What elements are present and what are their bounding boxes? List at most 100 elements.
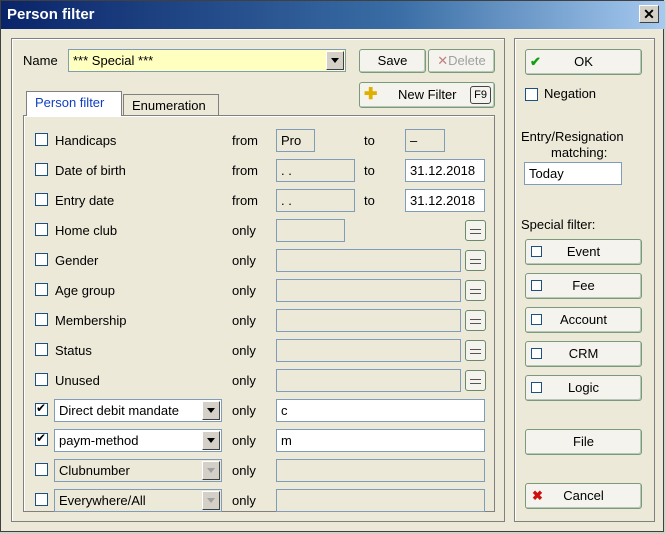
row-mode: from xyxy=(232,133,258,148)
tab-person-filter[interactable]: Person filter xyxy=(26,91,122,116)
row-checkbox[interactable] xyxy=(35,343,48,356)
row-field-select[interactable]: Direct debit mandate xyxy=(54,399,222,422)
only-input[interactable] xyxy=(276,219,345,242)
cancel-x-icon: ✖ xyxy=(532,488,543,503)
row-checkbox[interactable] xyxy=(35,493,48,506)
row-label: Home club xyxy=(55,223,118,238)
special-filter-button[interactable]: Event xyxy=(525,239,642,265)
row-checkbox[interactable] xyxy=(35,223,48,236)
row-checkbox[interactable] xyxy=(35,431,48,446)
only-input[interactable] xyxy=(276,279,461,302)
negation-label: Negation xyxy=(544,86,597,101)
to-input[interactable]: – xyxy=(405,129,445,152)
special-filter-checkbox xyxy=(531,314,542,325)
only-input[interactable] xyxy=(276,369,461,392)
row-label: Status xyxy=(55,343,92,358)
file-button[interactable]: File xyxy=(525,429,642,455)
row-label: Date of birth xyxy=(55,163,126,178)
list-picker-icon[interactable] xyxy=(465,220,486,241)
only-input[interactable]: m xyxy=(276,429,485,452)
only-input[interactable] xyxy=(276,459,485,482)
row-mode: only xyxy=(232,403,256,418)
only-input[interactable] xyxy=(276,489,485,512)
row-mode: only xyxy=(232,223,256,238)
chevron-down-icon xyxy=(326,51,344,70)
save-button[interactable]: Save xyxy=(359,49,426,73)
row-checkbox[interactable] xyxy=(35,313,48,326)
window-title: Person filter xyxy=(7,6,95,23)
to-label: to xyxy=(364,193,375,208)
row-checkbox[interactable] xyxy=(35,133,48,146)
only-input[interactable] xyxy=(276,309,461,332)
row-checkbox[interactable] xyxy=(35,401,48,416)
matching-label-2: matching: xyxy=(551,145,608,160)
row-checkbox[interactable] xyxy=(35,193,48,206)
row-label: Handicaps xyxy=(55,133,117,148)
delete-icon: ✕ xyxy=(437,53,449,68)
special-filter-button[interactable]: Fee xyxy=(525,273,642,299)
row-label: Entry date xyxy=(55,193,115,208)
delete-button[interactable]: ✕Delete xyxy=(428,49,495,73)
row-label: Unused xyxy=(55,373,100,388)
special-filter-button[interactable]: Logic xyxy=(525,375,642,401)
title-bar: Person filter ✕ xyxy=(1,1,665,29)
row-checkbox[interactable] xyxy=(35,373,48,386)
list-picker-icon[interactable] xyxy=(465,340,486,361)
name-label: Name xyxy=(23,53,58,68)
only-input[interactable]: c xyxy=(276,399,485,422)
list-picker-icon[interactable] xyxy=(465,250,486,271)
special-filter-checkbox xyxy=(531,280,542,291)
to-label: to xyxy=(364,133,375,148)
row-label: Gender xyxy=(55,253,99,268)
checkmark-icon: ✔ xyxy=(530,54,541,69)
row-mode: from xyxy=(232,163,258,178)
special-filter-button[interactable]: Account xyxy=(525,307,642,333)
to-input[interactable]: 31.12.2018 xyxy=(405,189,485,212)
special-filter-checkbox xyxy=(531,246,542,257)
plus-icon: ✚ xyxy=(364,86,378,103)
row-mode: only xyxy=(232,373,256,388)
person-filter-dialog: Person filter ✕ Name *** Special *** Sav… xyxy=(0,0,665,532)
special-filter-checkbox xyxy=(531,382,542,393)
row-mode: from xyxy=(232,193,258,208)
close-button[interactable]: ✕ xyxy=(639,5,659,23)
chevron-down-icon xyxy=(202,461,220,480)
new-filter-button[interactable]: ✚ New Filter F9 xyxy=(359,82,495,108)
list-picker-icon[interactable] xyxy=(465,280,486,301)
special-filter-label: Special filter: xyxy=(521,217,596,232)
row-mode: only xyxy=(232,253,256,268)
ok-button[interactable]: ✔ OK xyxy=(525,49,642,75)
row-mode: only xyxy=(232,493,256,508)
close-icon: ✕ xyxy=(643,6,655,22)
special-filter-button[interactable]: CRM xyxy=(525,341,642,367)
row-field-select[interactable]: Everywhere/All xyxy=(54,489,222,512)
matching-label-1: Entry/Resignation xyxy=(521,129,624,144)
to-input[interactable]: 31.12.2018 xyxy=(405,159,485,182)
row-field-select[interactable]: paym-method xyxy=(54,429,222,452)
row-mode: only xyxy=(232,313,256,328)
chevron-down-icon xyxy=(202,401,220,420)
row-field-select[interactable]: Clubnumber xyxy=(54,459,222,482)
tab-enumeration[interactable]: Enumeration xyxy=(123,94,219,117)
row-checkbox[interactable] xyxy=(35,253,48,266)
from-input[interactable]: . . xyxy=(276,159,355,182)
only-input[interactable] xyxy=(276,249,461,272)
row-mode: only xyxy=(232,463,256,478)
row-checkbox[interactable] xyxy=(35,283,48,296)
chevron-down-icon xyxy=(202,431,220,450)
negation-checkbox[interactable] xyxy=(525,88,538,101)
list-picker-icon[interactable] xyxy=(465,310,486,331)
row-label: Membership xyxy=(55,313,127,328)
cancel-button[interactable]: ✖ Cancel xyxy=(525,483,642,509)
row-label: Age group xyxy=(55,283,115,298)
special-filter-checkbox xyxy=(531,348,542,359)
row-mode: only xyxy=(232,343,256,358)
only-input[interactable] xyxy=(276,339,461,362)
from-input[interactable]: . . xyxy=(276,189,355,212)
row-checkbox[interactable] xyxy=(35,163,48,176)
from-input[interactable]: Pro xyxy=(276,129,315,152)
name-select[interactable]: *** Special *** xyxy=(68,49,346,72)
list-picker-icon[interactable] xyxy=(465,370,486,391)
matching-input[interactable]: Today xyxy=(524,162,622,185)
row-checkbox[interactable] xyxy=(35,463,48,476)
